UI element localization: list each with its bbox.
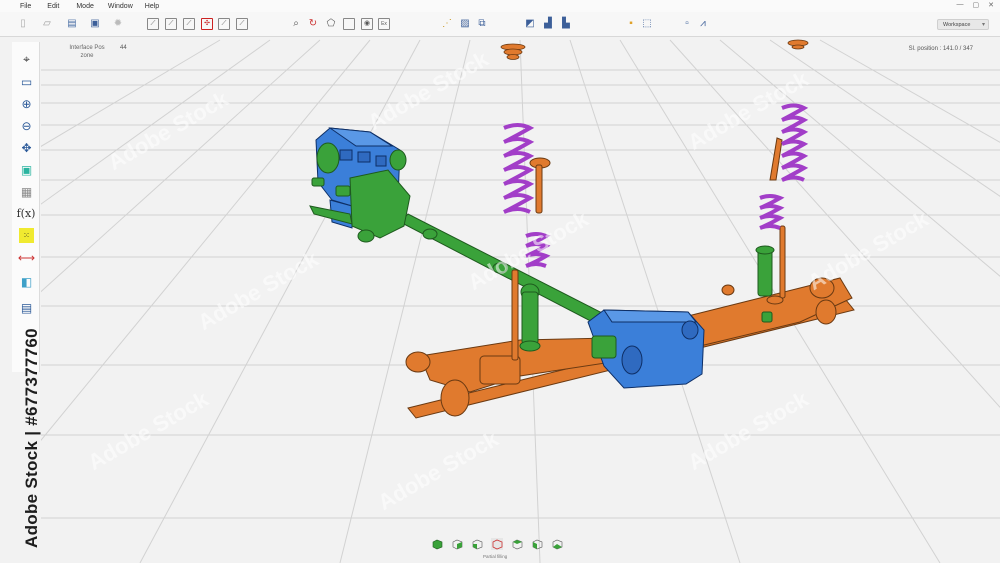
menu-mode[interactable]: Mode [76, 3, 94, 10]
edit-icon[interactable]: ⟋ [183, 18, 195, 30]
function-icon[interactable]: f(x) [17, 206, 36, 221]
left-shock-absorber [519, 291, 541, 352]
link-icon[interactable]: ▫ [681, 18, 693, 30]
minimize-button[interactable]: — [957, 1, 964, 9]
zoom-out-icon[interactable]: ⊖ [19, 118, 34, 133]
workspace-dropdown[interactable]: Workspace ▾ [937, 19, 989, 30]
interface-pos-label: Interface Pos zone [69, 45, 105, 59]
bottom-bar-label: Partial filling [483, 554, 508, 559]
node-icon[interactable]: ⋰ [441, 18, 453, 30]
ruler-icon[interactable]: ⟷ [18, 250, 35, 265]
stock-watermark: Adobe Stock | #677377760 [22, 328, 41, 548]
cube-face-icon[interactable] [531, 538, 543, 550]
menu-window[interactable]: Window [108, 3, 133, 10]
box-icon[interactable] [343, 18, 355, 30]
mesh-icon[interactable]: ▦ [19, 184, 34, 199]
edit-icon[interactable]: ⟋ [147, 18, 159, 30]
table-icon[interactable]: ▤ [19, 300, 34, 315]
zoom-in-icon[interactable]: ⊕ [19, 96, 34, 111]
measure-icon[interactable]: ⩘ [697, 18, 709, 30]
3d-viewport[interactable]: Adobe Stock Adobe Stock Adobe Stock Adob… [0, 38, 1000, 563]
cube-selected-icon[interactable] [491, 538, 503, 550]
cube-solid-icon[interactable] [431, 538, 443, 550]
shape-icon[interactable]: ⬠ [325, 18, 337, 30]
left-tool-panel: ⌖ ▭ ⊕ ⊖ ✥ ▣ ▦ f(x) ⁙ ⟷ ◧ ▤ [12, 42, 40, 372]
stack-icon[interactable]: ▟ [542, 18, 554, 30]
workspace-label: Workspace [943, 21, 971, 28]
top-mount-right [787, 39, 809, 50]
move-arrows-icon[interactable]: ✥ [19, 140, 34, 155]
left-coil-spring-upper [503, 123, 535, 214]
center-icon[interactable]: ◉ [361, 18, 373, 30]
cube-icon[interactable]: ▣ [19, 162, 34, 177]
panel-icon[interactable]: ▭ [19, 74, 34, 89]
fit-icon[interactable]: Ex [378, 18, 390, 30]
print-icon[interactable]: ▤ [66, 18, 78, 30]
maximize-button[interactable]: ▢ [973, 1, 980, 9]
right-coil-spring-upper [781, 103, 809, 182]
right-coil-spring-lower [759, 194, 785, 230]
open-icon[interactable]: ▱ [41, 18, 53, 30]
top-mount-left [500, 43, 526, 60]
layers-icon[interactable]: ◧ [19, 274, 34, 289]
cube-face-icon[interactable] [511, 538, 523, 550]
cube-face-icon[interactable] [471, 538, 483, 550]
close-button[interactable]: ✕ [988, 1, 994, 9]
new-icon[interactable]: ▯ [17, 18, 29, 30]
layer-icon[interactable]: ▙ [560, 18, 572, 30]
settings-icon[interactable]: ✹ [112, 18, 124, 30]
interface-pos-value: 44 [120, 45, 127, 51]
edit-icon[interactable]: ⟋ [236, 18, 248, 30]
bottom-tool-strip: Partial filling [425, 536, 575, 563]
cube-face-icon[interactable] [451, 538, 463, 550]
select-icon[interactable]: ▪ [625, 18, 637, 30]
edit-icon[interactable]: ⟋ [165, 18, 177, 30]
menu-bar: File Edit Mode Window Help — ▢ ✕ [0, 0, 1000, 12]
zoom-icon[interactable]: ⌕ [290, 18, 302, 30]
cad-app: File Edit Mode Window Help — ▢ ✕ ▯ ▱ ▤ ▣… [0, 0, 1000, 563]
cube-face-icon[interactable] [551, 538, 563, 550]
menu-file[interactable]: File [20, 3, 31, 10]
crosshair-icon[interactable]: ⌖ [19, 52, 34, 67]
dots-icon[interactable]: ⁙ [19, 228, 34, 243]
move-icon[interactable]: ⬚ [641, 18, 653, 30]
align-icon[interactable]: ◩ [524, 18, 536, 30]
right-shock-absorber [755, 245, 775, 297]
toolbar: ▯ ▱ ▤ ▣ ✹ ⟋ ⟋ ⟋ ✣ ⟋ ⟋ ⌕ ↻ ⬠ ◉ Ex ⋰ ▨ ⧉ ◩… [0, 12, 1000, 37]
edit-icon[interactable]: ⟋ [218, 18, 230, 30]
window-controls: — ▢ ✕ [957, 1, 995, 9]
menu-edit[interactable]: Edit [47, 3, 59, 10]
cubes-icon[interactable]: ⧉ [476, 18, 488, 30]
save-icon[interactable]: ▣ [89, 18, 101, 30]
cube-icon[interactable]: ▨ [459, 18, 471, 30]
snap-icon[interactable]: ✣ [201, 18, 213, 30]
chevron-down-icon: ▾ [981, 22, 985, 28]
slider-position-readout: Sl. position : 141.0 / 347 [908, 46, 973, 52]
rotate-icon[interactable]: ↻ [307, 18, 319, 30]
menu-help[interactable]: Help [145, 3, 159, 10]
